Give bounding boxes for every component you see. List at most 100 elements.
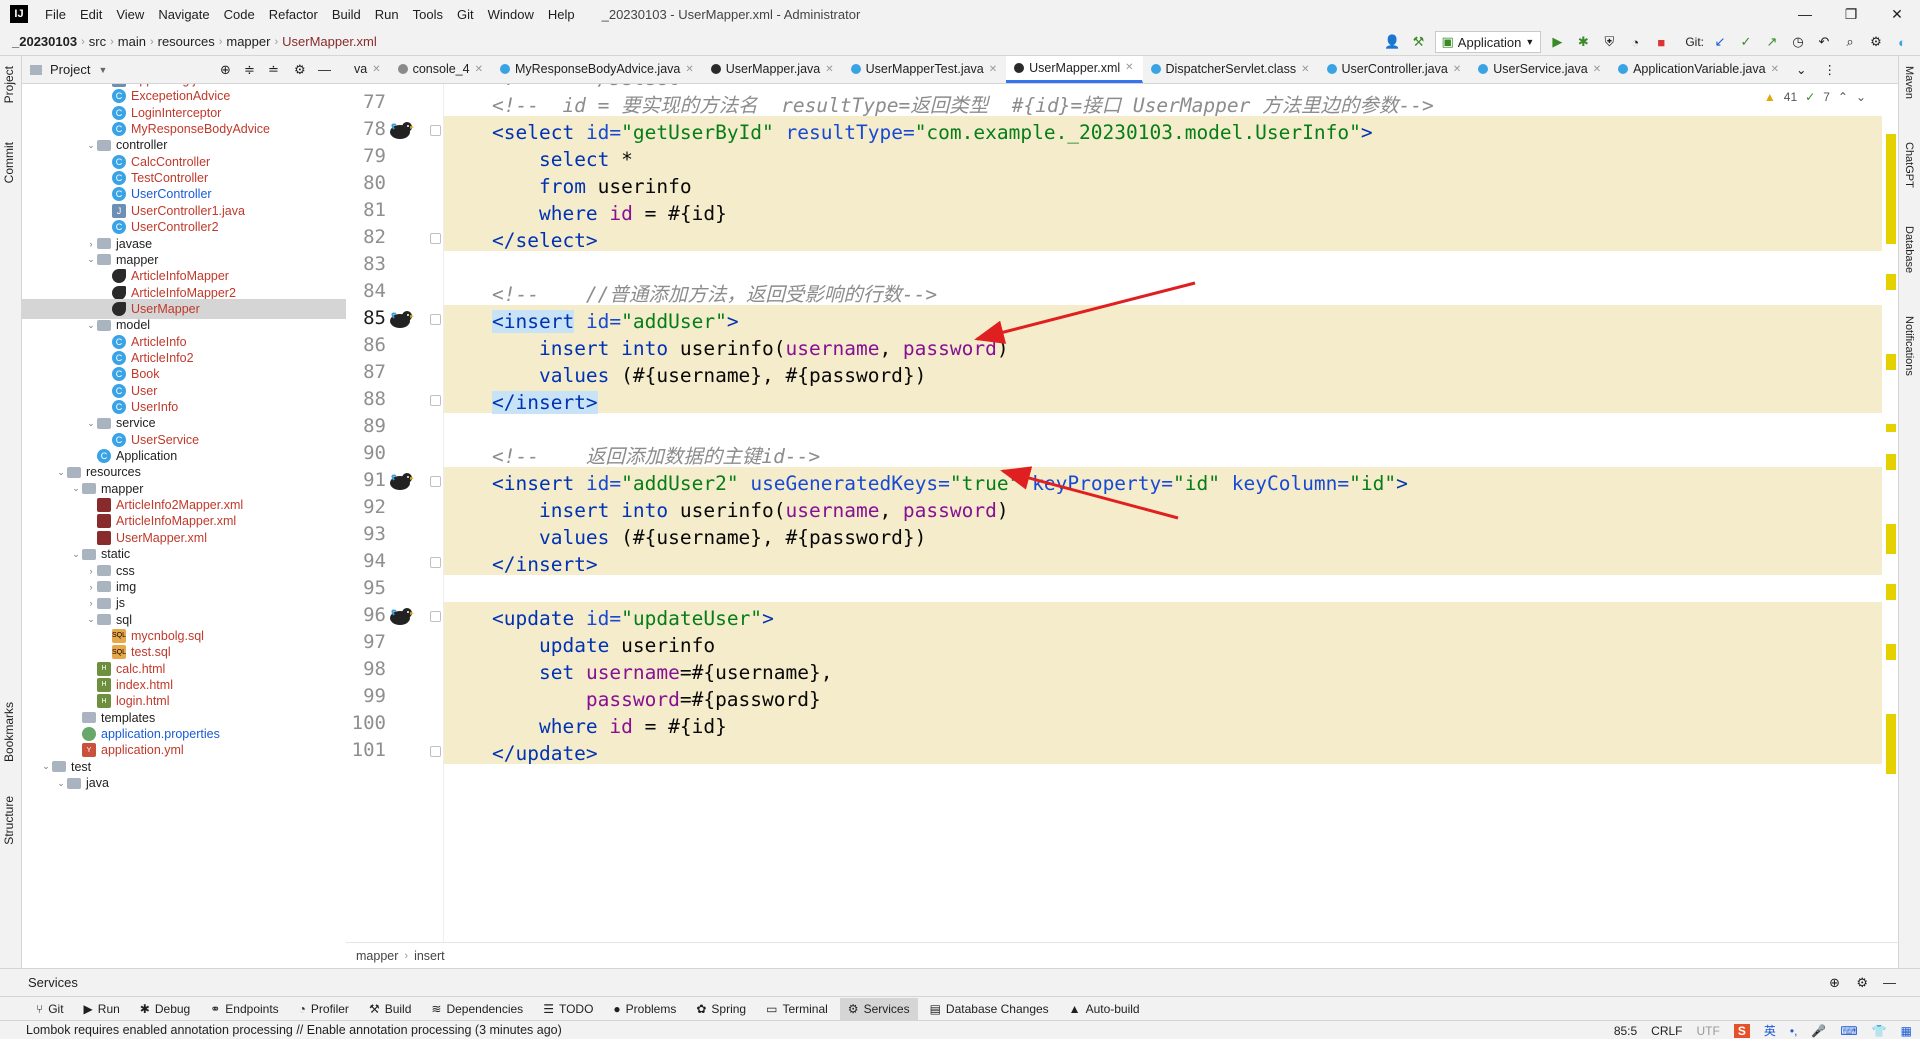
chevron-down-icon[interactable]: ⌄: [85, 418, 97, 429]
editor-tab[interactable]: UserService.java ✕: [1470, 56, 1610, 83]
editor-tab[interactable]: console_4 ✕: [390, 56, 492, 83]
run-configuration-select[interactable]: ▣ Application ▼: [1434, 31, 1542, 53]
tool-window-auto-build[interactable]: ▲ Auto-build: [1061, 998, 1148, 1020]
breadcrumb-item[interactable]: _20230103: [8, 34, 81, 49]
hide-icon[interactable]: —: [318, 62, 331, 77]
debug-icon[interactable]: ✱: [1573, 32, 1593, 52]
tool-window-build[interactable]: ⚒ Build: [361, 998, 419, 1020]
menu-item-build[interactable]: Build: [325, 7, 368, 22]
chatgpt-tool-tab[interactable]: ChatGPT: [1903, 142, 1915, 188]
menu-item-run[interactable]: Run: [368, 7, 406, 22]
coverage-icon[interactable]: ⛨: [1599, 32, 1619, 52]
collapse-all-icon[interactable]: ≐: [268, 62, 279, 78]
fold-icon[interactable]: [430, 611, 441, 622]
close-icon[interactable]: ✕: [1301, 64, 1309, 75]
warning-mark[interactable]: [1886, 134, 1896, 244]
chevron-down-icon[interactable]: ⌄: [85, 614, 97, 625]
git-push-icon[interactable]: ↗: [1762, 32, 1782, 52]
chevron-right-icon[interactable]: ›: [85, 239, 97, 249]
chevron-down-icon[interactable]: ⌄: [1856, 90, 1866, 104]
warning-mark[interactable]: [1886, 274, 1896, 290]
line-separator[interactable]: CRLF: [1651, 1024, 1682, 1038]
menu-item-view[interactable]: View: [109, 7, 151, 22]
run-icon[interactable]: ▶: [1547, 32, 1567, 52]
gear-icon[interactable]: ⚙: [1856, 975, 1868, 991]
history-icon[interactable]: ◷: [1788, 32, 1808, 52]
chevron-down-icon[interactable]: ⌄: [85, 254, 97, 265]
mybatis-navigate-icon[interactable]: [388, 470, 414, 492]
tree-item[interactable]: ⌄ java: [22, 773, 109, 793]
commit-tool-tab[interactable]: Commit: [2, 142, 16, 183]
tool-window-database-changes[interactable]: ▤ Database Changes: [922, 998, 1057, 1020]
close-icon[interactable]: ✕: [1453, 64, 1461, 75]
breadcrumb-item[interactable]: main: [114, 34, 150, 49]
caret-position[interactable]: 85:5: [1614, 1024, 1637, 1038]
breadcrumb-item[interactable]: src: [85, 34, 110, 49]
close-icon[interactable]: ✕: [475, 64, 483, 75]
fold-icon[interactable]: [430, 395, 441, 406]
editor-tab[interactable]: va ✕: [346, 56, 390, 83]
tool-window-dependencies[interactable]: ≋ Dependencies: [423, 998, 531, 1020]
chevron-down-icon[interactable]: ⌄: [70, 483, 82, 494]
tool-window-services[interactable]: ⚙ Services: [839, 997, 918, 1020]
menu-item-file[interactable]: File: [38, 7, 73, 22]
menu-item-code[interactable]: Code: [217, 7, 262, 22]
close-icon[interactable]: ✕: [825, 64, 833, 75]
chevron-down-icon[interactable]: ⌄: [70, 549, 82, 560]
code-editor[interactable]: 76 77 78 79 80 81 82 83 84 85 86 87 88 89 90 91 92 93 94 95…: [346, 84, 1898, 942]
project-tool-tab[interactable]: Project: [2, 66, 16, 103]
profile-icon[interactable]: ◔: [1625, 32, 1645, 52]
minimize-icon[interactable]: —: [1782, 0, 1828, 28]
warning-mark[interactable]: [1886, 454, 1896, 470]
fold-icon[interactable]: [430, 476, 441, 487]
warning-mark[interactable]: [1886, 714, 1896, 774]
close-icon[interactable]: ✕: [685, 64, 693, 75]
expand-all-icon[interactable]: ≑: [244, 62, 255, 78]
editor-tab[interactable]: UserController.java ✕: [1319, 56, 1471, 83]
git-commit-icon[interactable]: ✓: [1736, 32, 1756, 52]
mybatis-navigate-icon[interactable]: [388, 308, 414, 330]
warning-mark[interactable]: [1886, 524, 1896, 554]
fold-icon[interactable]: [430, 557, 441, 568]
hide-icon[interactable]: —: [1883, 975, 1896, 990]
chevron-right-icon[interactable]: ›: [85, 598, 97, 608]
error-stripe[interactable]: [1884, 84, 1898, 942]
tool-window-debug[interactable]: ✱ Debug: [132, 998, 198, 1020]
editor-breadcrumb-item[interactable]: insert: [414, 949, 445, 963]
menu-item-git[interactable]: Git: [450, 7, 481, 22]
close-icon[interactable]: ✕: [372, 64, 380, 75]
editor-tab[interactable]: UserMapper.xml ✕: [1006, 56, 1143, 83]
gear-icon[interactable]: ⚙: [294, 62, 306, 78]
chevron-down-icon[interactable]: ⌄: [85, 320, 97, 331]
add-service-icon[interactable]: ⊕: [1829, 975, 1840, 991]
fold-icon[interactable]: [430, 314, 441, 325]
tool-window-todo[interactable]: ☰ TODO: [535, 998, 601, 1020]
git-update-icon[interactable]: ↙: [1710, 32, 1730, 52]
menu-item-help[interactable]: Help: [541, 7, 582, 22]
menu-item-refactor[interactable]: Refactor: [262, 7, 325, 22]
locate-icon[interactable]: ⊕: [220, 62, 231, 78]
file-encoding[interactable]: UTF: [1697, 1024, 1720, 1038]
menu-item-edit[interactable]: Edit: [73, 7, 109, 22]
tool-window-endpoints[interactable]: ⚭ Endpoints: [202, 998, 286, 1020]
mybatis-navigate-icon[interactable]: [388, 605, 414, 627]
tool-window-terminal[interactable]: ▭ Terminal: [758, 998, 836, 1020]
chevron-up-icon[interactable]: ⌃: [1838, 90, 1848, 104]
hammer-icon[interactable]: ⚒: [1409, 32, 1429, 52]
tabs-overflow-chevron-icon[interactable]: ⌄: [1788, 56, 1815, 83]
fold-icon[interactable]: [430, 233, 441, 244]
mybatis-navigate-icon[interactable]: [388, 119, 414, 141]
maven-tool-tab[interactable]: Maven: [1903, 66, 1915, 99]
tabs-menu-icon[interactable]: ⋮: [1815, 56, 1845, 83]
close-icon[interactable]: ✕: [1771, 64, 1779, 75]
close-icon[interactable]: ✕: [989, 64, 997, 75]
fold-icon[interactable]: [430, 746, 441, 757]
editor-tab[interactable]: UserMapperTest.java ✕: [843, 56, 1007, 83]
chevron-down-icon[interactable]: ⌄: [85, 140, 97, 151]
rollback-icon[interactable]: ↶: [1814, 32, 1834, 52]
close-icon[interactable]: ✕: [1874, 0, 1920, 28]
close-icon[interactable]: ✕: [1593, 64, 1601, 75]
breadcrumb-item[interactable]: mapper: [222, 34, 274, 49]
user-icon[interactable]: 👤: [1383, 32, 1403, 52]
tool-window-run[interactable]: ▶ Run: [76, 998, 128, 1020]
